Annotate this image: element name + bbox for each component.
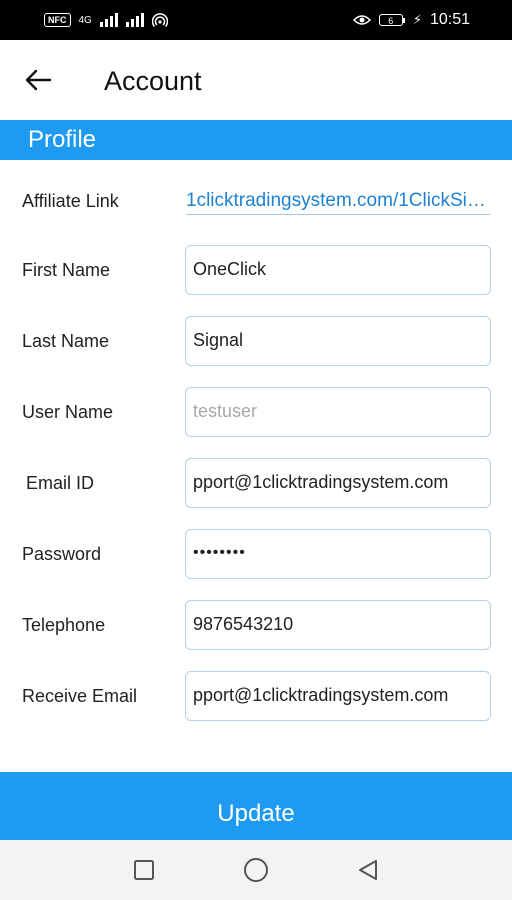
receive-email-row: Receive Email pport@1clicktradingsystem.…: [0, 671, 512, 721]
system-nav-bar: [0, 840, 512, 900]
telephone-field[interactable]: 9876543210: [185, 600, 491, 650]
email-field[interactable]: pport@1clicktradingsystem.com: [185, 458, 491, 508]
home-button[interactable]: [236, 850, 276, 890]
signal-2-icon: [125, 13, 144, 27]
password-field[interactable]: ••••••••: [185, 529, 491, 579]
page-title: Account: [104, 66, 202, 96]
affiliate-link[interactable]: 1clicktradingsystem.com/1ClickSignal: [186, 188, 490, 215]
status-bar: NFC 4G 6 ⚡ 10:51: [0, 0, 512, 40]
user-name-label: User Name: [22, 402, 114, 422]
charging-icon: ⚡: [412, 12, 422, 27]
section-header-profile: Profile: [0, 120, 512, 160]
first-name-field[interactable]: OneClick: [185, 245, 491, 295]
back-button[interactable]: [18, 60, 58, 100]
first-name-row: First Name OneClick: [0, 245, 512, 295]
battery-level: 6: [378, 14, 403, 26]
last-name-field[interactable]: Signal: [185, 316, 491, 366]
telephone-row: Telephone 9876543210: [0, 600, 512, 650]
status-time: 10:51: [429, 11, 470, 28]
telephone-label: Telephone: [22, 615, 106, 635]
square-icon: [134, 860, 154, 880]
app-bar: Account: [0, 40, 512, 120]
update-button[interactable]: Update: [0, 772, 512, 840]
nav-back-button[interactable]: [348, 850, 388, 890]
battery-icon: 6: [378, 14, 405, 26]
email-label: Email ID: [26, 473, 95, 493]
hotspot-icon: [151, 13, 168, 28]
password-row: Password ••••••••: [0, 529, 512, 579]
affiliate-link-row: Affiliate Link 1clicktradingsystem.com/1…: [0, 176, 512, 226]
arrow-left-icon: [25, 69, 52, 91]
last-name-row: Last Name Signal: [0, 316, 512, 366]
nfc-icon: NFC: [44, 13, 71, 27]
user-name-row: User Name testuser: [0, 387, 512, 437]
status-right-group: 6 ⚡ 10:51: [352, 11, 470, 29]
eye-icon: [352, 15, 371, 25]
signal-icon: [99, 13, 118, 27]
status-left-group: NFC 4G: [44, 12, 168, 28]
user-name-field[interactable]: testuser: [185, 387, 491, 437]
triangle-back-icon: [359, 860, 377, 880]
circle-icon: [244, 858, 268, 882]
email-row: Email ID pport@1clicktradingsystem.com: [0, 458, 512, 508]
affiliate-link-label: Affiliate Link: [22, 191, 119, 211]
last-name-label: Last Name: [22, 331, 110, 351]
recent-apps-button[interactable]: [124, 850, 164, 890]
receive-email-field[interactable]: pport@1clicktradingsystem.com: [185, 671, 491, 721]
password-label: Password: [22, 544, 102, 564]
receive-email-label: Receive Email: [22, 686, 138, 706]
first-name-label: First Name: [22, 260, 111, 280]
network-type-label: 4G: [78, 14, 92, 26]
